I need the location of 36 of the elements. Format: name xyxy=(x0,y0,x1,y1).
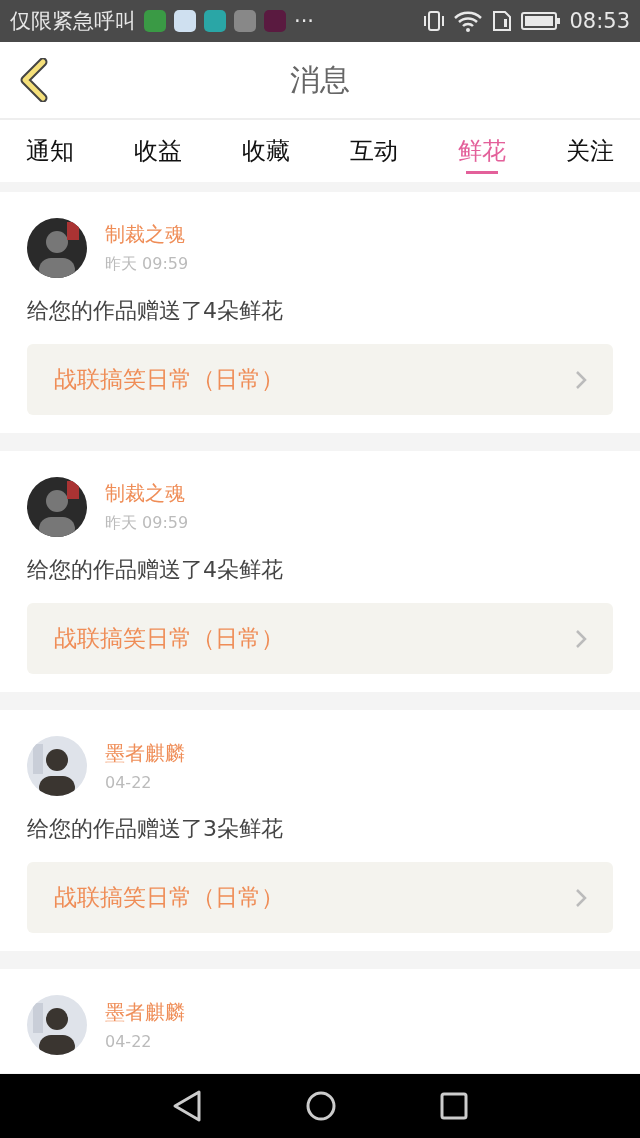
app-icon xyxy=(174,10,196,32)
user-name[interactable]: 制裁之魂 xyxy=(105,480,189,507)
message-time: 04-22 xyxy=(105,1032,153,1051)
message-time: 04-22 xyxy=(105,773,153,792)
work-link[interactable]: 战联搞笑日常（日常） xyxy=(27,862,613,933)
back-nav-icon[interactable] xyxy=(171,1089,202,1123)
recents-icon[interactable] xyxy=(440,1092,469,1120)
sim-icon xyxy=(491,10,514,32)
message-text: 给您的作品赠送了3朵鲜花 xyxy=(27,815,284,843)
chevron-icon xyxy=(575,369,587,390)
tab[interactable]: 通知 xyxy=(26,120,74,182)
clock-text: 08:53 xyxy=(569,9,630,33)
message-text: 给您的作品赠送了4朵鲜花 xyxy=(27,556,284,584)
work-link[interactable]: 战联搞笑日常（日常） xyxy=(27,603,613,674)
chevron-icon xyxy=(575,628,587,649)
message-time: 昨天 09:59 xyxy=(105,513,189,534)
tab[interactable]: 收益 xyxy=(134,120,182,182)
wifi-icon xyxy=(453,10,484,32)
work-link[interactable]: 战联搞笑日常（日常） xyxy=(27,344,613,415)
home-icon[interactable] xyxy=(305,1090,337,1122)
tab[interactable]: 鲜花 xyxy=(458,120,506,182)
app-icon xyxy=(264,10,286,32)
tab[interactable]: 收藏 xyxy=(242,120,290,182)
user-name[interactable]: 制裁之魂 xyxy=(105,221,189,248)
user-name[interactable]: 墨者麒麟 xyxy=(105,999,185,1026)
carrier-text: 仅限紧急呼叫 xyxy=(10,8,136,35)
tab[interactable]: 互动 xyxy=(350,120,398,182)
user-name[interactable]: 墨者麒麟 xyxy=(105,740,185,767)
battery-icon xyxy=(521,11,562,31)
message-time: 昨天 09:59 xyxy=(105,254,189,275)
tab[interactable]: 关注 xyxy=(566,120,614,182)
page-title: 消息 xyxy=(290,60,350,99)
chevron-icon xyxy=(575,887,587,908)
vibrate-icon xyxy=(423,10,446,32)
more-icon: ··· xyxy=(294,9,315,33)
message-text: 给您的作品赠送了4朵鲜花 xyxy=(27,297,284,325)
